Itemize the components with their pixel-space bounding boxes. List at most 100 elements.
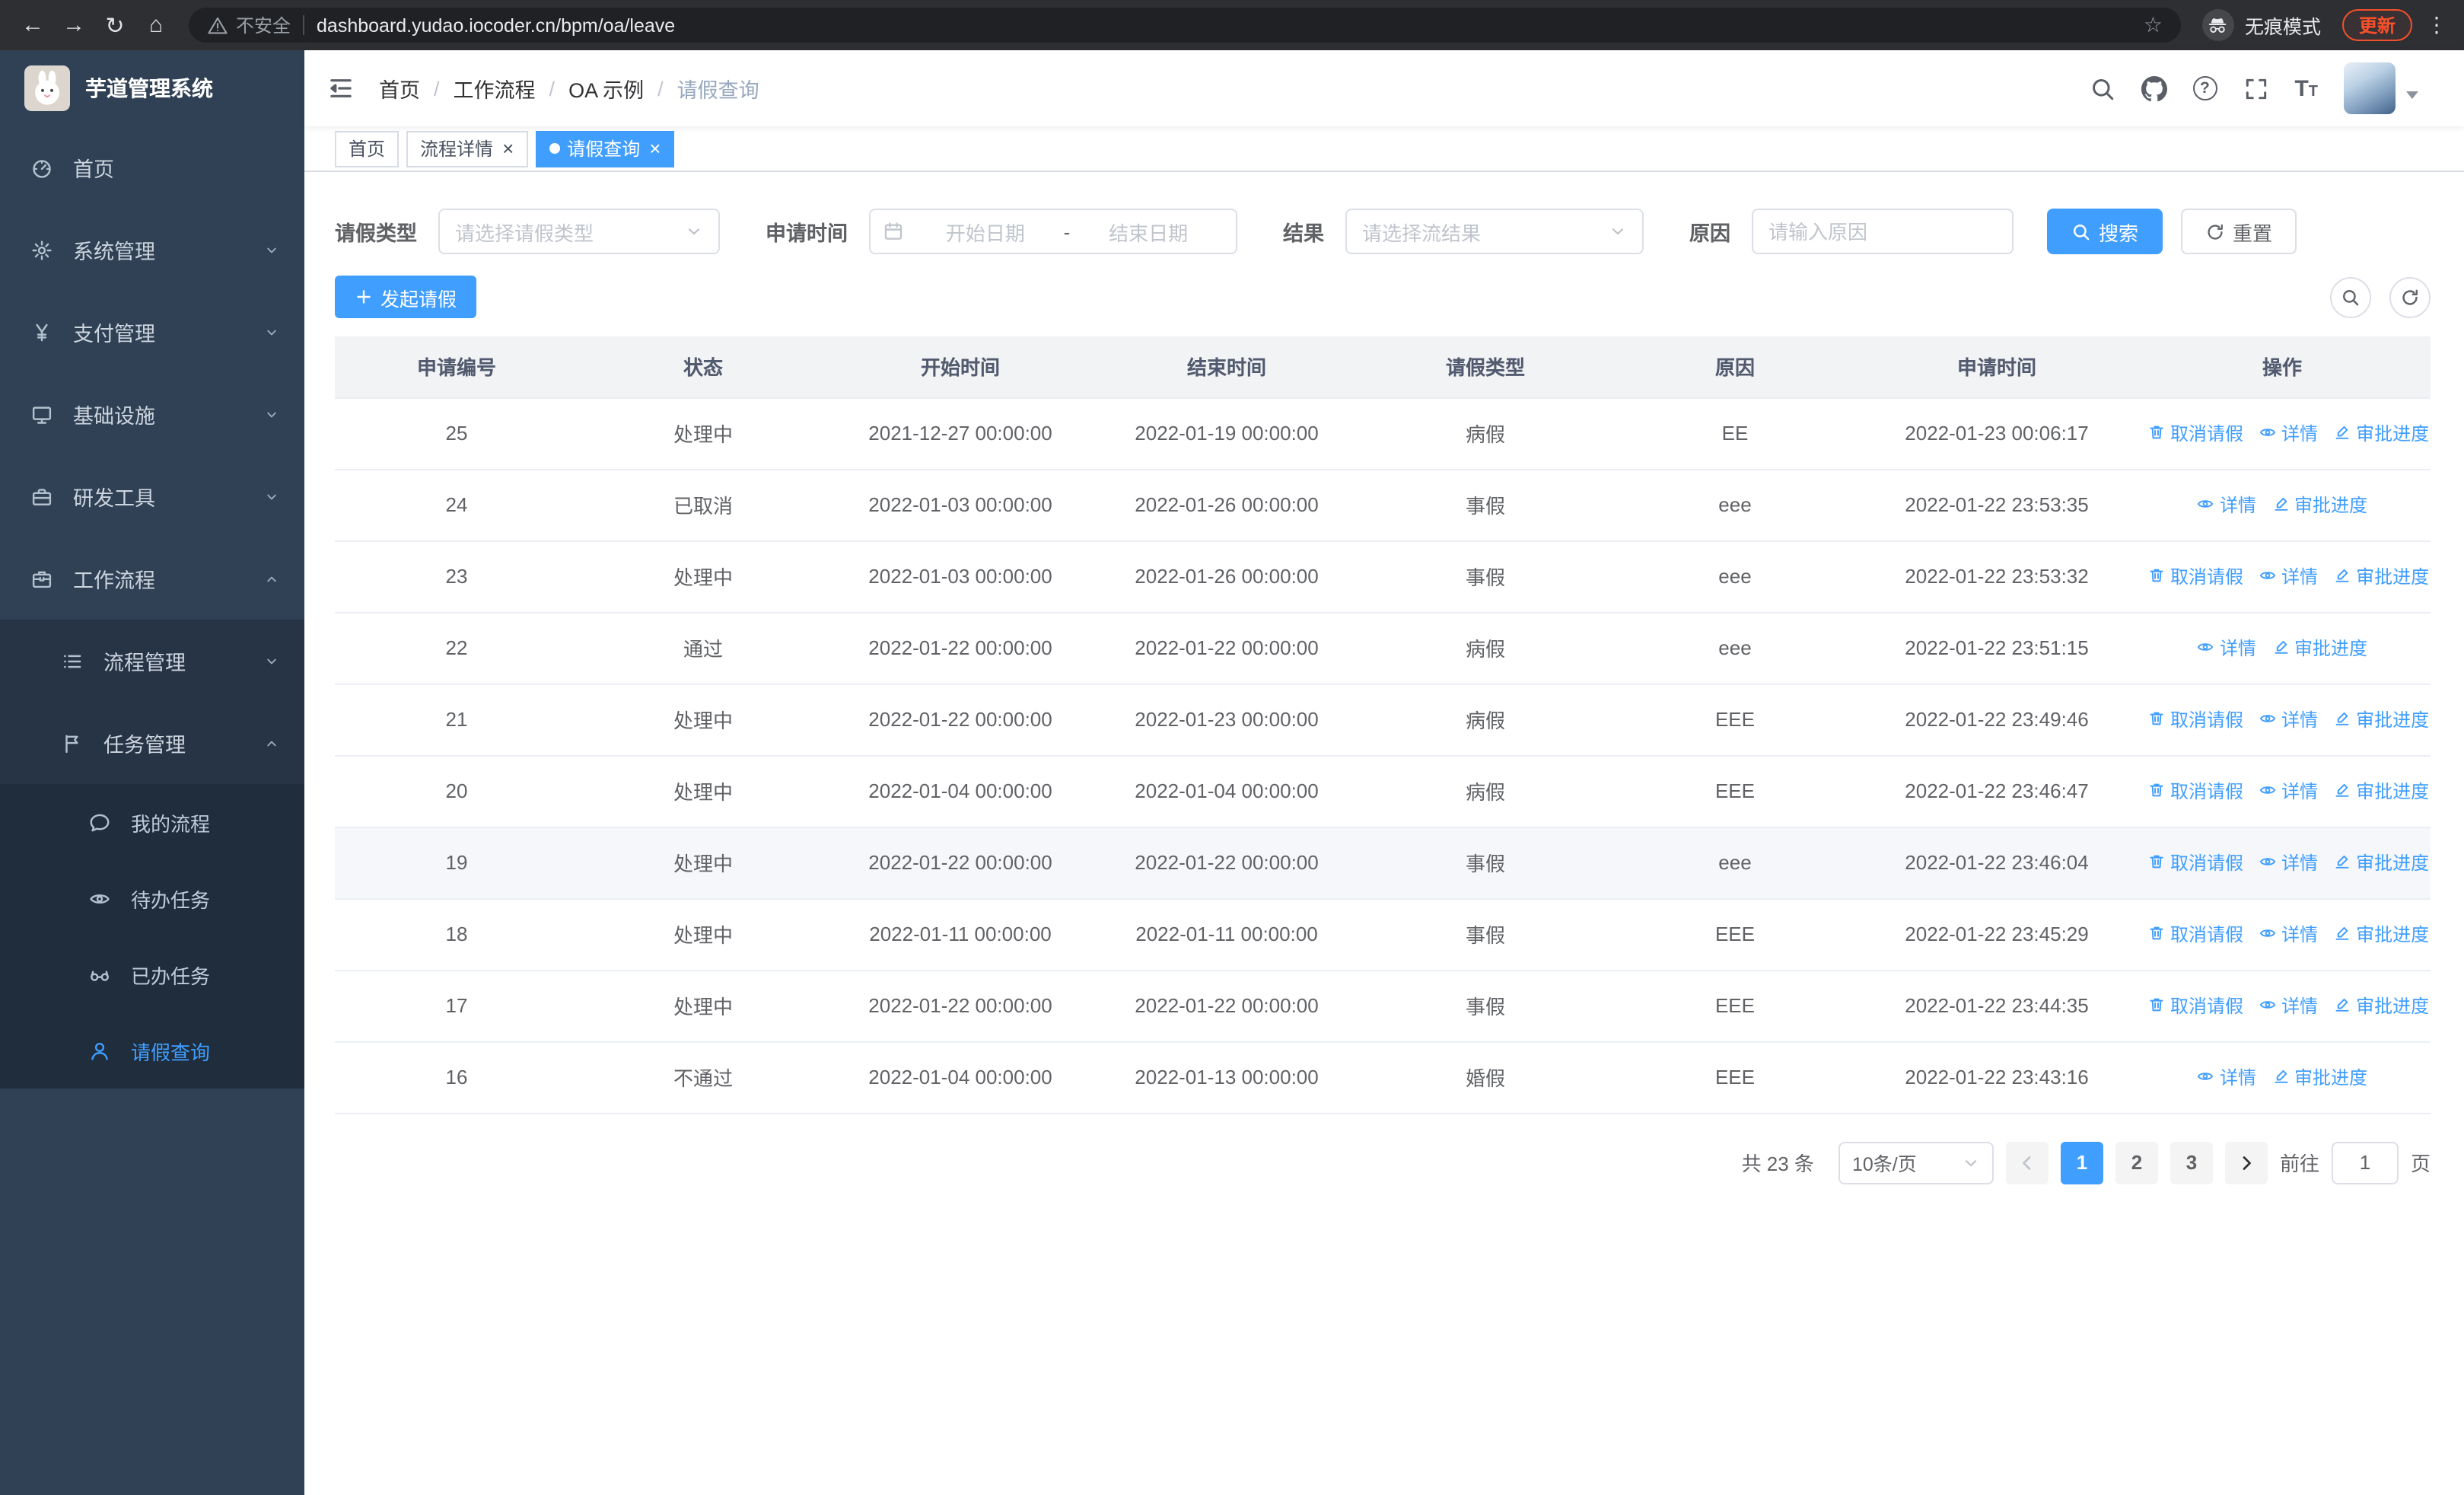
sidebar-item-home[interactable]: 首页: [0, 126, 304, 209]
detail-link[interactable]: 详情: [2259, 420, 2318, 446]
detail-link[interactable]: 详情: [2259, 921, 2318, 947]
progress-link[interactable]: 审批进度: [2333, 778, 2429, 804]
column-header: 操作: [2134, 336, 2431, 398]
goto-page-input[interactable]: [2331, 1141, 2399, 1184]
browser-back-icon[interactable]: ←: [12, 5, 53, 46]
table-row: 21 处理中 2022-01-22 00:00:00 2022-01-23 00:00…: [335, 684, 2431, 756]
detail-link[interactable]: 详情: [2259, 563, 2318, 589]
sidebar-item-my-process[interactable]: 我的流程: [0, 784, 304, 860]
tab-process-detail[interactable]: 流程详情 ×: [406, 130, 528, 167]
detail-link[interactable]: 详情: [2197, 1064, 2256, 1090]
action-label: 详情: [2281, 852, 2319, 874]
caret-down-icon: [2406, 91, 2418, 104]
header-search-icon[interactable]: [2089, 75, 2115, 101]
leave-type-select[interactable]: 请选择请假类型: [438, 209, 720, 254]
cell-end: 2022-01-26 00:00:00: [1093, 540, 1361, 613]
chevron-down-icon: [1962, 1153, 1980, 1171]
tab-leave-query[interactable]: 请假查询 ×: [535, 130, 675, 167]
detail-link[interactable]: 详情: [2259, 706, 2318, 732]
cell-status: 处理中: [578, 397, 828, 470]
breadcrumb-separator: /: [434, 77, 440, 100]
detail-link[interactable]: 详情: [2259, 993, 2318, 1018]
table-row: 19 处理中 2022-01-22 00:00:00 2022-01-22 00:00…: [335, 827, 2431, 899]
app-logo: 芋道管理系统: [0, 50, 304, 126]
cancel-leave-link[interactable]: 取消请假: [2147, 778, 2243, 804]
filter-bar: 请假类型 请选择请假类型 申请时间 开始日期 - 结束日期 结果 请选择流结果 …: [335, 209, 2431, 254]
progress-link[interactable]: 审批进度: [2333, 850, 2429, 875]
progress-link[interactable]: 审批进度: [2333, 993, 2429, 1018]
close-icon[interactable]: ×: [502, 139, 514, 158]
toggle-search-button[interactable]: [2330, 276, 2371, 317]
cell-reason: EEE: [1610, 970, 1860, 1042]
apply-time-range-picker[interactable]: 开始日期 - 结束日期: [869, 209, 1237, 254]
progress-link[interactable]: 审批进度: [2333, 420, 2429, 446]
github-icon[interactable]: [2141, 75, 2167, 101]
page-size-value: 10条/页: [1851, 1154, 1917, 1175]
detail-link[interactable]: 详情: [2259, 778, 2318, 804]
search-button[interactable]: 搜索: [2047, 209, 2163, 254]
detail-link[interactable]: 详情: [2197, 492, 2256, 518]
progress-link[interactable]: 审批进度: [2271, 1064, 2367, 1090]
sidebar-item-infrastructure[interactable]: 基础设施: [0, 373, 304, 455]
progress-link[interactable]: 审批进度: [2271, 492, 2367, 518]
eye-icon: [2259, 925, 2277, 943]
cell-end: 2022-01-11 00:00:00: [1093, 898, 1361, 971]
sidebar-item-task-mgmt[interactable]: 任务管理: [0, 702, 304, 784]
sidebar-item-system[interactable]: 系统管理: [0, 209, 304, 291]
breadcrumb-item[interactable]: 首页: [379, 73, 420, 104]
browser-forward-icon[interactable]: →: [53, 5, 94, 46]
progress-link[interactable]: 审批进度: [2271, 635, 2367, 661]
cancel-leave-link[interactable]: 取消请假: [2147, 993, 2243, 1018]
cell-end: 2022-01-26 00:00:00: [1093, 469, 1361, 541]
cancel-leave-link[interactable]: 取消请假: [2147, 850, 2243, 875]
table-row: 18 处理中 2022-01-11 00:00:00 2022-01-11 00:00…: [335, 898, 2431, 971]
cell-reason: eee: [1610, 469, 1860, 541]
page-button-1[interactable]: 1: [2060, 1141, 2103, 1184]
breadcrumb-item[interactable]: OA 示例: [568, 73, 644, 104]
close-icon[interactable]: ×: [649, 139, 661, 158]
reset-button[interactable]: 重置: [2181, 209, 2297, 254]
edit-icon: [2333, 853, 2351, 872]
sidebar-item-leave-query[interactable]: 请假查询: [0, 1012, 304, 1089]
reason-input[interactable]: [1752, 209, 2014, 254]
refresh-table-button[interactable]: [2389, 276, 2431, 317]
cancel-leave-link[interactable]: 取消请假: [2147, 420, 2243, 446]
browser-update-button[interactable]: 更新: [2341, 9, 2412, 41]
progress-link[interactable]: 审批进度: [2333, 921, 2429, 947]
sidebar-item-workflow[interactable]: 工作流程: [0, 537, 304, 620]
browser-menu-icon[interactable]: ⋮: [2424, 12, 2449, 38]
sidebar-item-done-task[interactable]: 已办任务: [0, 936, 304, 1012]
breadcrumb-item[interactable]: 工作流程: [454, 73, 536, 104]
sidebar-item-payment[interactable]: 支付管理: [0, 291, 304, 373]
browser-home-icon[interactable]: ⌂: [135, 5, 177, 46]
prev-page-button[interactable]: [2005, 1141, 2049, 1184]
sidebar-item-todo-task[interactable]: 待办任务: [0, 860, 304, 936]
table-toolbar: 发起请假: [335, 276, 2431, 318]
goto-suffix: 页: [2410, 1152, 2431, 1175]
page-button-2[interactable]: 2: [2115, 1141, 2158, 1184]
sidebar-collapse-button[interactable]: [327, 75, 355, 102]
chevron-down-icon: [263, 488, 280, 505]
url-bar[interactable]: 不安全 dashboard.yudao.iocoder.cn/bpm/oa/le…: [189, 8, 2181, 43]
browser-reload-icon[interactable]: ↻: [94, 5, 135, 46]
user-menu[interactable]: [2344, 62, 2418, 114]
progress-link[interactable]: 审批进度: [2333, 563, 2429, 589]
progress-link[interactable]: 审批进度: [2333, 706, 2429, 732]
cancel-leave-link[interactable]: 取消请假: [2147, 706, 2243, 732]
detail-link[interactable]: 详情: [2259, 850, 2318, 875]
fullscreen-icon[interactable]: [2243, 75, 2268, 101]
cancel-leave-link[interactable]: 取消请假: [2147, 563, 2243, 589]
tab-home[interactable]: 首页: [335, 130, 400, 167]
sidebar-item-process-mgmt[interactable]: 流程管理: [0, 620, 304, 702]
sidebar-item-dev-tools[interactable]: 研发工具: [0, 455, 304, 537]
result-select[interactable]: 请选择流结果: [1345, 209, 1644, 254]
bookmark-star-icon[interactable]: ☆: [2144, 12, 2163, 38]
page-size-select[interactable]: 10条/页: [1838, 1141, 1994, 1184]
next-page-button[interactable]: [2224, 1141, 2268, 1184]
create-leave-button[interactable]: 发起请假: [335, 276, 477, 318]
font-size-icon[interactable]: TT: [2294, 77, 2318, 100]
help-icon[interactable]: ?: [2192, 76, 2217, 100]
cancel-leave-link[interactable]: 取消请假: [2147, 921, 2243, 947]
detail-link[interactable]: 详情: [2197, 635, 2256, 661]
page-button-3[interactable]: 3: [2170, 1141, 2213, 1184]
